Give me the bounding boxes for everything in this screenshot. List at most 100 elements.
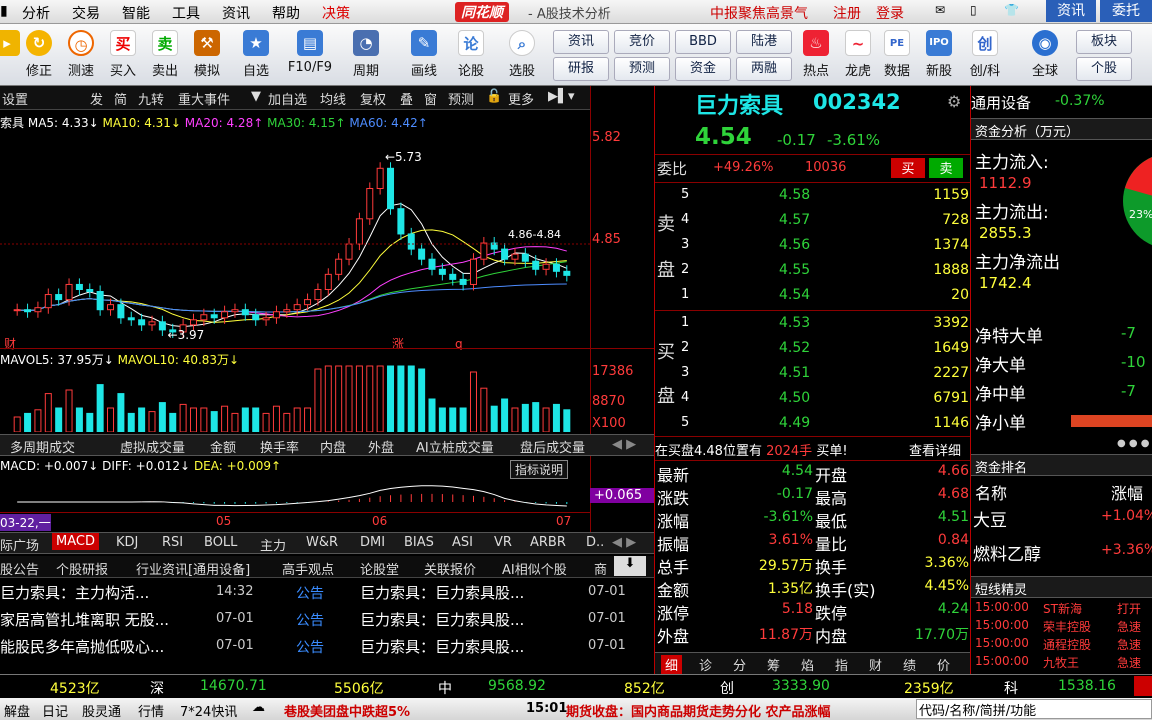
tab-boll[interactable]: BOLL: [204, 535, 237, 550]
tb-ipo[interactable]: IPO 新股: [918, 28, 960, 84]
short-stock[interactable]: 通程控股: [1043, 636, 1091, 653]
mail-icon[interactable]: ✉: [935, 3, 945, 17]
tab-indicator[interactable]: 际广场: [0, 535, 39, 554]
expand-icon[interactable]: ▶▌▾: [548, 89, 575, 104]
bid-row[interactable]: 3 4.51 2227: [655, 364, 971, 386]
news-item[interactable]: 巨力索具：巨力索具股...: [360, 582, 524, 603]
bottom-item[interactable]: 7*24快讯: [180, 701, 237, 720]
quote-tab[interactable]: 分: [729, 655, 750, 674]
tb-auction[interactable]: 竞价: [614, 30, 670, 54]
tb-period[interactable]: ◔ 周期: [342, 28, 390, 84]
news-tab[interactable]: 高手观点: [282, 559, 334, 578]
tb-draw[interactable]: ✎ 画线: [400, 28, 448, 84]
news-row[interactable]: 巨力索具：主力构活... 14:32 公告 巨力索具：巨力索具股... 07-01: [0, 580, 654, 606]
tb-forecast[interactable]: 预测: [614, 57, 670, 81]
lock-icon[interactable]: 🔓: [486, 89, 502, 104]
gear-icon[interactable]: ⚙: [947, 92, 961, 111]
menu-trade[interactable]: 交易: [72, 3, 100, 23]
tb-speed[interactable]: ◷ 测速: [60, 28, 102, 84]
news-tab[interactable]: 商: [594, 559, 607, 578]
menu-news[interactable]: 资讯: [222, 3, 250, 23]
predict-button[interactable]: 预测: [448, 89, 474, 108]
news-tab[interactable]: 股公告: [0, 559, 39, 578]
quote-tab[interactable]: 诊: [695, 655, 716, 674]
tab-macd[interactable]: MACD: [52, 533, 99, 550]
tb-stock[interactable]: 个股: [1076, 57, 1132, 81]
bid-row[interactable]: 5 4.49 1146: [655, 414, 971, 436]
bid-row[interactable]: 1 4.53 3392: [655, 314, 971, 336]
macd-chart[interactable]: [0, 476, 590, 512]
tb-funds[interactable]: 资金: [675, 57, 731, 81]
short-stock[interactable]: 荣丰控股: [1043, 618, 1091, 635]
tab-more[interactable]: D..: [586, 535, 604, 550]
events-button[interactable]: 重大事件: [178, 89, 230, 108]
short-stock[interactable]: ST新海: [1043, 600, 1082, 617]
news-item[interactable]: 巨力索具：巨力索具股...: [360, 636, 524, 657]
sz-label[interactable]: 深: [150, 678, 164, 698]
kline-chart[interactable]: ←5.73←3.974.86-4.84财涨 q: [0, 128, 590, 350]
tb-global[interactable]: ◉ 全球: [1022, 28, 1068, 84]
tb-dragon[interactable]: ~ 龙虎: [837, 28, 879, 84]
overlay-button[interactable]: 叠: [400, 89, 413, 108]
zh-label[interactable]: 中: [438, 678, 452, 698]
tab-wr[interactable]: W&R: [306, 535, 338, 550]
app-icon[interactable]: ▮: [0, 3, 8, 19]
ask-row[interactable]: 5 4.58 1159: [655, 186, 971, 208]
search-input[interactable]: 代码/名称/简拼/功能: [916, 699, 1152, 719]
quote-tab[interactable]: 细: [661, 655, 683, 674]
cy-label[interactable]: 创: [720, 678, 734, 698]
tab-rsi[interactable]: RSI: [162, 535, 183, 550]
tab-arbr[interactable]: ARBR: [530, 535, 566, 550]
news-title[interactable]: 家居高管扎堆离职 无股...: [0, 609, 169, 630]
news-title[interactable]: 巨力索具：主力构活...: [0, 582, 149, 603]
tab-vr[interactable]: VR: [494, 535, 512, 550]
rank-name[interactable]: 大豆: [973, 506, 1007, 531]
tb-sector[interactable]: 板块: [1076, 30, 1132, 54]
news-tab[interactable]: AI相似个股: [502, 559, 567, 578]
quote-tab[interactable]: 筹: [763, 655, 784, 674]
sector-name[interactable]: 通用设备: [971, 92, 1031, 113]
news-tab[interactable]: 个股研报: [56, 559, 108, 578]
shirt-icon[interactable]: 👕: [1004, 3, 1019, 17]
tb-screener[interactable]: ⌕ 选股: [498, 28, 546, 84]
window-button[interactable]: 窗: [424, 89, 437, 108]
news-title[interactable]: 能股民多年高抛低吸心...: [0, 636, 164, 657]
tab-amount[interactable]: 金额: [210, 437, 236, 456]
fa-button[interactable]: 发: [90, 89, 103, 108]
news-item[interactable]: 巨力索具：巨力索具股...: [360, 609, 524, 630]
tb-f10[interactable]: ▤ F10/F9: [284, 28, 336, 84]
tab-kdj[interactable]: KDJ: [116, 535, 138, 550]
news-tab[interactable]: 关联报价: [424, 559, 476, 578]
quote-tab[interactable]: 焰: [797, 655, 818, 674]
news-ticker-2[interactable]: 期货收盘：国内商品期货走势分化 农产品涨幅: [566, 701, 831, 720]
tb-report[interactable]: 研报: [553, 57, 609, 81]
promo-link[interactable]: 中报聚焦高景气: [710, 3, 808, 23]
tb-hot[interactable]: ♨ 热点: [795, 28, 837, 84]
bid-row[interactable]: 2 4.52 1649: [655, 339, 971, 361]
tb-fix[interactable]: ↻ 修正: [18, 28, 60, 84]
menu-decision[interactable]: 决策: [322, 3, 350, 23]
news-row[interactable]: 家居高管扎堆离职 无股... 07-01 公告 巨力索具：巨力索具股... 07-01: [0, 607, 654, 633]
news-ticker-1[interactable]: 巷股美团盘中跌超5%: [284, 701, 410, 720]
nine-turn-button[interactable]: 九转: [138, 89, 164, 108]
tb-bbd[interactable]: BBD: [675, 30, 731, 54]
adjust-button[interactable]: 复权: [360, 89, 386, 108]
tb-chuangke[interactable]: 创创/科: [962, 28, 1008, 84]
news-tab[interactable]: 行业资讯[通用设备]: [136, 559, 250, 578]
add-watchlist-button[interactable]: 加自选: [268, 89, 307, 108]
simple-button[interactable]: 简: [114, 89, 127, 108]
register-link[interactable]: 注册: [833, 3, 861, 23]
quote-tab[interactable]: 绩: [899, 655, 920, 674]
tb-sell[interactable]: 卖卖出: [144, 28, 186, 84]
quote-tab[interactable]: 价: [933, 655, 954, 674]
dropdown-icon[interactable]: ▼: [251, 89, 261, 104]
tab-main[interactable]: 主力: [260, 535, 286, 554]
bottom-item[interactable]: 解盘: [4, 701, 30, 720]
tab-outer[interactable]: 外盘: [368, 437, 394, 456]
tb-forum[interactable]: 论论股: [450, 28, 492, 84]
phone-icon[interactable]: ▯: [970, 3, 977, 17]
settings-button[interactable]: 设置: [2, 89, 28, 108]
tab-virtual-vol[interactable]: 虚拟成交量: [120, 437, 185, 456]
tab-inner[interactable]: 内盘: [320, 437, 346, 456]
chat-icon[interactable]: ☁: [252, 700, 265, 715]
